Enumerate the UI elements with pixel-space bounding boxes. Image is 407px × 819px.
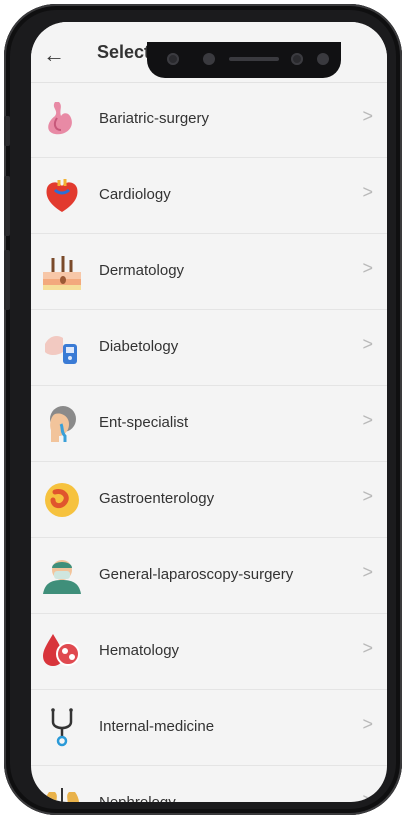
chevron-right-icon: > bbox=[362, 410, 373, 430]
list-item-bariatric-surgery[interactable]: Bariatric-surgery > bbox=[31, 82, 387, 158]
glucose-meter-icon bbox=[45, 336, 77, 364]
list-item-dermatology[interactable]: Dermatology > bbox=[31, 234, 387, 310]
heart-icon bbox=[46, 179, 78, 212]
ear-nose-throat-icon bbox=[50, 406, 76, 442]
side-button bbox=[4, 116, 10, 146]
list-item-label: Nephrology bbox=[99, 794, 176, 802]
list-item-cardiology[interactable]: Cardiology > bbox=[31, 158, 387, 234]
camera-icon bbox=[167, 53, 179, 65]
chevron-right-icon: > bbox=[362, 106, 373, 126]
stethoscope-icon bbox=[51, 708, 73, 747]
list-item-label: Gastroenterology bbox=[99, 490, 215, 507]
app-screen: ← Select Speciality Bariatric-surgery > … bbox=[31, 22, 387, 802]
blood-cells-icon bbox=[43, 634, 80, 666]
list-item-gastroenterology[interactable]: Gastroenterology > bbox=[31, 462, 387, 538]
list-item-label: Diabetology bbox=[99, 338, 179, 355]
list-item-label: Cardiology bbox=[99, 186, 171, 203]
list-item-label: Internal-medicine bbox=[99, 718, 215, 735]
chevron-right-icon: > bbox=[362, 638, 373, 658]
chevron-right-icon: > bbox=[362, 334, 373, 354]
chevron-right-icon: > bbox=[362, 562, 373, 582]
volume-down-button bbox=[4, 250, 10, 310]
volume-up-button bbox=[4, 176, 10, 236]
digestive-icon bbox=[45, 483, 79, 517]
list-item-internal-medicine[interactable]: Internal-medicine > bbox=[31, 690, 387, 766]
speciality-list: Bariatric-surgery > Cardiology > Dermato… bbox=[31, 82, 387, 802]
surgeon-icon bbox=[43, 560, 81, 594]
list-item-ent-specialist[interactable]: Ent-specialist > bbox=[31, 386, 387, 462]
list-item-hematology[interactable]: Hematology > bbox=[31, 614, 387, 690]
flash-icon bbox=[317, 53, 329, 65]
front-camera-icon bbox=[291, 53, 303, 65]
phone-frame: ← Select Speciality Bariatric-surgery > … bbox=[4, 4, 402, 815]
chevron-right-icon: > bbox=[362, 182, 373, 202]
chevron-right-icon: > bbox=[362, 258, 373, 278]
stomach-icon bbox=[48, 102, 72, 135]
skin-layers-icon bbox=[43, 256, 81, 290]
sensor-icon bbox=[203, 53, 215, 65]
list-item-general-laparoscopy-surgery[interactable]: General-laparoscopy-surgery > bbox=[31, 538, 387, 614]
list-item-label: Ent-specialist bbox=[99, 414, 189, 431]
chevron-right-icon: > bbox=[362, 714, 373, 734]
chevron-right-icon: > bbox=[362, 790, 373, 802]
list-item-label: General-laparoscopy-surgery bbox=[99, 566, 294, 583]
camera-notch bbox=[147, 42, 341, 78]
list-item-label: Hematology bbox=[99, 642, 180, 659]
list-item-label: Dermatology bbox=[99, 262, 185, 279]
list-item-label: Bariatric-surgery bbox=[99, 110, 210, 127]
kidney-icon bbox=[44, 788, 80, 802]
arrow-left-icon[interactable]: ← bbox=[43, 44, 65, 66]
chevron-right-icon: > bbox=[362, 486, 373, 506]
speaker-grille bbox=[229, 57, 279, 61]
list-item-nephrology[interactable]: Nephrology > bbox=[31, 766, 387, 802]
list-item-diabetology[interactable]: Diabetology > bbox=[31, 310, 387, 386]
